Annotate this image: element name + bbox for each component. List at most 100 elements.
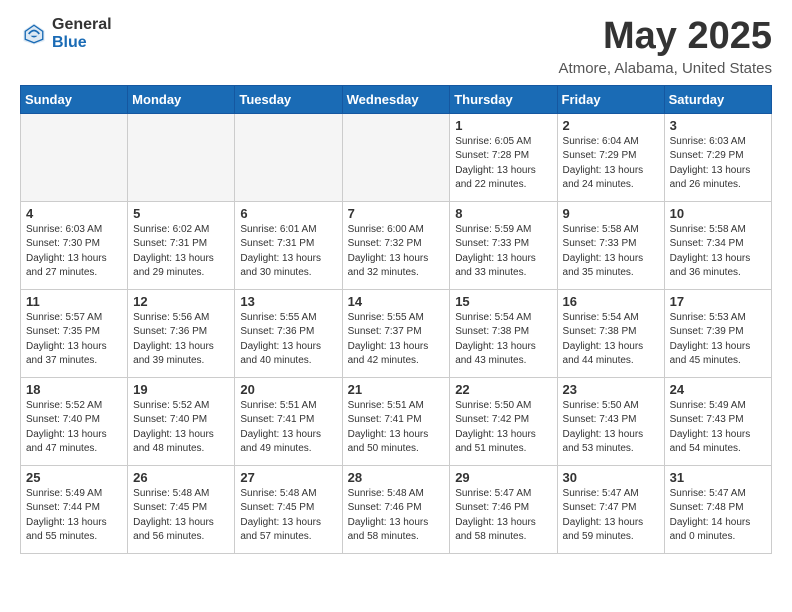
day-cell-4: 4 Sunrise: 6:03 AM Sunset: 7:30 PM Daylig… — [21, 201, 128, 289]
day-cell-24: 24 Sunrise: 5:49 AM Sunset: 7:43 PM Dayli… — [664, 377, 771, 465]
day-info: Sunrise: 5:50 AM Sunset: 7:42 PM Dayligh… — [455, 399, 551, 457]
logo-text: General Blue — [52, 16, 112, 51]
day-number: 9 — [563, 206, 659, 221]
weekday-header-wednesday: Wednesday — [342, 85, 450, 113]
day-number: 15 — [455, 294, 551, 309]
day-info: Sunrise: 5:50 AM Sunset: 7:43 PM Dayligh… — [563, 399, 659, 457]
day-number: 19 — [133, 382, 229, 397]
day-info: Sunrise: 6:05 AM Sunset: 7:28 PM Dayligh… — [455, 135, 551, 193]
day-cell-21: 21Sunrise: 5:51 AM Sunset: 7:41 PM Dayli… — [342, 377, 450, 465]
day-number: 12 — [133, 294, 229, 309]
day-cell-18: 18 Sunrise: 5:52 AM Sunset: 7:40 PM Dayli… — [21, 377, 128, 465]
day-cell-30: 30Sunrise: 5:47 AM Sunset: 7:47 PM Dayli… — [557, 465, 664, 553]
empty-cell — [235, 113, 342, 201]
day-info: Sunrise: 6:01 AM Sunset: 7:31 PM Dayligh… — [240, 223, 336, 281]
day-number: 25 — [26, 470, 122, 485]
day-number: 17 — [670, 294, 766, 309]
day-number: 20 — [240, 382, 336, 397]
day-cell-31: 31Sunrise: 5:47 AM Sunset: 7:48 PM Dayli… — [664, 465, 771, 553]
day-info: Sunrise: 5:52 AM Sunset: 7:40 PM Dayligh… — [26, 399, 122, 457]
day-number: 30 — [563, 470, 659, 485]
day-number: 28 — [348, 470, 445, 485]
empty-cell — [128, 113, 235, 201]
day-number: 4 — [26, 206, 122, 221]
day-info: Sunrise: 5:51 AM Sunset: 7:41 PM Dayligh… — [240, 399, 336, 457]
day-cell-22: 22 Sunrise: 5:50 AM Sunset: 7:42 PM Dayli… — [450, 377, 557, 465]
day-info: Sunrise: 6:00 AM Sunset: 7:32 PM Dayligh… — [348, 223, 445, 281]
week-row-2: 4 Sunrise: 6:03 AM Sunset: 7:30 PM Daylig… — [21, 201, 772, 289]
day-number: 21 — [348, 382, 445, 397]
weekday-header-saturday: Saturday — [664, 85, 771, 113]
day-number: 27 — [240, 470, 336, 485]
day-cell-15: 15 Sunrise: 5:54 AM Sunset: 7:38 PM Dayli… — [450, 289, 557, 377]
title-block: May 2025 Atmore, Alabama, United States — [559, 16, 772, 77]
day-number: 26 — [133, 470, 229, 485]
calendar-table: SundayMondayTuesdayWednesdayThursdayFrid… — [20, 85, 772, 554]
day-cell-3: 3 Sunrise: 6:03 AM Sunset: 7:29 PM Daylig… — [664, 113, 771, 201]
day-info: Sunrise: 6:03 AM Sunset: 7:29 PM Dayligh… — [670, 135, 766, 193]
day-info: Sunrise: 5:58 AM Sunset: 7:34 PM Dayligh… — [670, 223, 766, 281]
day-info: Sunrise: 5:54 AM Sunset: 7:38 PM Dayligh… — [563, 311, 659, 369]
day-info: Sunrise: 5:57 AM Sunset: 7:35 PM Dayligh… — [26, 311, 122, 369]
week-row-5: 25 Sunrise: 5:49 AM Sunset: 7:44 PM Dayli… — [21, 465, 772, 553]
day-cell-20: 20 Sunrise: 5:51 AM Sunset: 7:41 PM Dayli… — [235, 377, 342, 465]
day-info: Sunrise: 6:03 AM Sunset: 7:30 PM Dayligh… — [26, 223, 122, 281]
page-header: General Blue May 2025 Atmore, Alabama, U… — [20, 16, 772, 77]
day-number: 31 — [670, 470, 766, 485]
day-cell-8: 8Sunrise: 5:59 AM Sunset: 7:33 PM Daylig… — [450, 201, 557, 289]
logo-icon — [20, 20, 48, 48]
day-cell-2: 2 Sunrise: 6:04 AM Sunset: 7:29 PM Daylig… — [557, 113, 664, 201]
day-info: Sunrise: 5:55 AM Sunset: 7:37 PM Dayligh… — [348, 311, 445, 369]
day-number: 8 — [455, 206, 551, 221]
day-cell-14: 14 Sunrise: 5:55 AM Sunset: 7:37 PM Dayli… — [342, 289, 450, 377]
day-info: Sunrise: 5:54 AM Sunset: 7:38 PM Dayligh… — [455, 311, 551, 369]
empty-cell — [342, 113, 450, 201]
day-number: 11 — [26, 294, 122, 309]
day-info: Sunrise: 5:49 AM Sunset: 7:44 PM Dayligh… — [26, 487, 122, 545]
day-cell-16: 16 Sunrise: 5:54 AM Sunset: 7:38 PM Dayli… — [557, 289, 664, 377]
day-number: 18 — [26, 382, 122, 397]
day-number: 14 — [348, 294, 445, 309]
week-row-1: 1 Sunrise: 6:05 AM Sunset: 7:28 PM Daylig… — [21, 113, 772, 201]
day-info: Sunrise: 5:47 AM Sunset: 7:46 PM Dayligh… — [455, 487, 551, 545]
logo-general: General — [52, 16, 112, 34]
logo: General Blue — [20, 16, 112, 51]
day-info: Sunrise: 5:56 AM Sunset: 7:36 PM Dayligh… — [133, 311, 229, 369]
day-cell-25: 25 Sunrise: 5:49 AM Sunset: 7:44 PM Dayli… — [21, 465, 128, 553]
week-row-4: 18 Sunrise: 5:52 AM Sunset: 7:40 PM Dayli… — [21, 377, 772, 465]
day-number: 24 — [670, 382, 766, 397]
day-cell-29: 29 Sunrise: 5:47 AM Sunset: 7:46 PM Dayli… — [450, 465, 557, 553]
day-number: 16 — [563, 294, 659, 309]
day-cell-27: 27Sunrise: 5:48 AM Sunset: 7:45 PM Dayli… — [235, 465, 342, 553]
month-title: May 2025 — [559, 16, 772, 58]
day-number: 3 — [670, 118, 766, 133]
day-number: 6 — [240, 206, 336, 221]
day-info: Sunrise: 5:52 AM Sunset: 7:40 PM Dayligh… — [133, 399, 229, 457]
day-cell-1: 1 Sunrise: 6:05 AM Sunset: 7:28 PM Daylig… — [450, 113, 557, 201]
day-info: Sunrise: 5:48 AM Sunset: 7:46 PM Dayligh… — [348, 487, 445, 545]
day-info: Sunrise: 6:02 AM Sunset: 7:31 PM Dayligh… — [133, 223, 229, 281]
day-number: 1 — [455, 118, 551, 133]
day-number: 2 — [563, 118, 659, 133]
weekday-header-tuesday: Tuesday — [235, 85, 342, 113]
day-cell-23: 23 Sunrise: 5:50 AM Sunset: 7:43 PM Dayli… — [557, 377, 664, 465]
day-cell-13: 13 Sunrise: 5:55 AM Sunset: 7:36 PM Dayli… — [235, 289, 342, 377]
day-info: Sunrise: 5:49 AM Sunset: 7:43 PM Dayligh… — [670, 399, 766, 457]
day-info: Sunrise: 5:53 AM Sunset: 7:39 PM Dayligh… — [670, 311, 766, 369]
day-number: 29 — [455, 470, 551, 485]
logo-blue: Blue — [52, 34, 112, 52]
day-cell-19: 19 Sunrise: 5:52 AM Sunset: 7:40 PM Dayli… — [128, 377, 235, 465]
day-number: 22 — [455, 382, 551, 397]
weekday-header-friday: Friday — [557, 85, 664, 113]
weekday-header-row: SundayMondayTuesdayWednesdayThursdayFrid… — [21, 85, 772, 113]
day-cell-6: 6 Sunrise: 6:01 AM Sunset: 7:31 PM Daylig… — [235, 201, 342, 289]
day-info: Sunrise: 6:04 AM Sunset: 7:29 PM Dayligh… — [563, 135, 659, 193]
location: Atmore, Alabama, United States — [559, 60, 772, 77]
day-number: 23 — [563, 382, 659, 397]
weekday-header-thursday: Thursday — [450, 85, 557, 113]
day-cell-28: 28 Sunrise: 5:48 AM Sunset: 7:46 PM Dayli… — [342, 465, 450, 553]
day-number: 13 — [240, 294, 336, 309]
day-cell-10: 10Sunrise: 5:58 AM Sunset: 7:34 PM Dayli… — [664, 201, 771, 289]
day-info: Sunrise: 5:55 AM Sunset: 7:36 PM Dayligh… — [240, 311, 336, 369]
weekday-header-sunday: Sunday — [21, 85, 128, 113]
